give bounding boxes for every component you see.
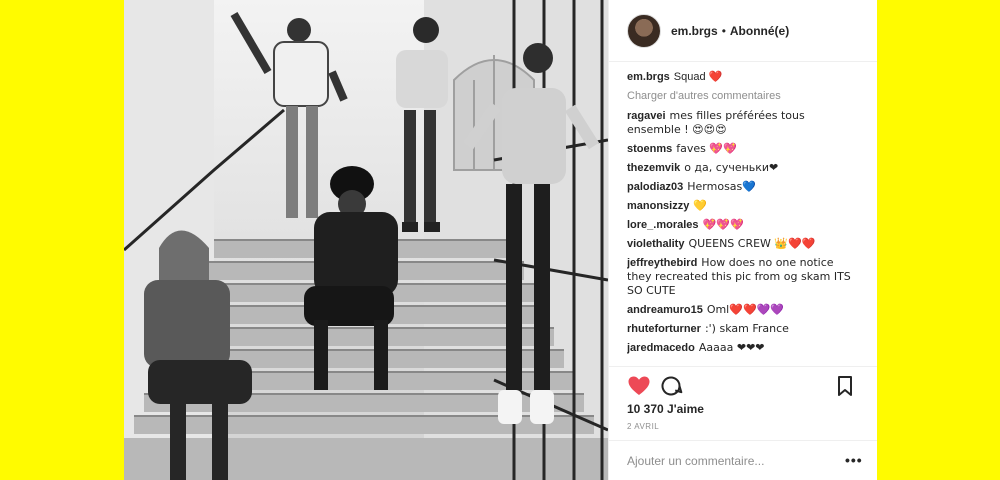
- heart-icon[interactable]: [627, 374, 651, 398]
- comment-author[interactable]: jaredmacedo: [627, 342, 695, 354]
- comment-text: 💛: [693, 199, 708, 212]
- bookmark-icon[interactable]: [833, 374, 857, 398]
- comment-author[interactable]: violethality: [627, 238, 684, 250]
- caption-text: Squad: [673, 71, 706, 83]
- more-icon[interactable]: •••: [845, 452, 863, 468]
- comment-item: andreamuro15 Oml❤️❤️💜💜: [627, 303, 857, 317]
- comment-author[interactable]: ragavei: [627, 110, 666, 122]
- load-more-comments-link[interactable]: Charger d'autres commentaires: [627, 89, 857, 103]
- comment-text: :') skam France: [704, 322, 789, 335]
- post-photo[interactable]: [124, 0, 608, 480]
- photo-illustration: [124, 0, 608, 480]
- header-separator-dot: •: [721, 24, 726, 38]
- comment-author[interactable]: lore_.morales: [627, 219, 699, 231]
- comment-author[interactable]: stoenms: [627, 143, 672, 155]
- comment-item: rhuteforturner:') skam France: [627, 322, 857, 336]
- comment-item: palodiaz03 Hermosas💙: [627, 180, 857, 194]
- comment-text: Aaaaa ❤❤❤: [698, 341, 765, 354]
- follow-status-button[interactable]: Abonné(e): [730, 24, 789, 38]
- caption: em.brgs Squad ❤️: [627, 70, 857, 84]
- comment-text: Hermosas💙: [687, 180, 756, 193]
- comment-text: QUEENS CREW 👑❤️❤️: [688, 237, 816, 250]
- post-header: em.brgs • Abonné(e): [627, 12, 859, 50]
- comment-item: ragavei mes filles préférées tous ensembl…: [627, 109, 857, 137]
- comment-text: Oml❤️❤️💜💜: [706, 303, 785, 316]
- comment-item: manonsizzy 💛: [627, 199, 857, 213]
- caption-emoji: ❤️: [708, 70, 723, 83]
- comment-text: 💖💖💖: [702, 218, 744, 231]
- likes-count[interactable]: 10 370 J'aime: [627, 402, 704, 416]
- comment-item: stoenms faves 💖💖: [627, 142, 857, 156]
- comment-icon[interactable]: [659, 374, 683, 398]
- add-comment-input[interactable]: Ajouter un commentaire...: [627, 454, 764, 468]
- comment-text: о да, сученьки❤: [684, 161, 779, 174]
- comment-author[interactable]: andreamuro15: [627, 304, 703, 316]
- header-divider: [609, 61, 877, 62]
- comment-author[interactable]: thezemvik: [627, 162, 680, 174]
- comment-item: jaredmacedo Aaaaa ❤❤❤: [627, 341, 857, 355]
- bottom-divider: [609, 440, 877, 441]
- comment-item: lore_.morales 💖💖💖: [627, 218, 857, 232]
- comment-item: violethality QUEENS CREW 👑❤️❤️: [627, 237, 857, 251]
- comment-author[interactable]: jeffreythebird: [627, 257, 697, 269]
- comment-item: jeffreythebird How does no one notice the…: [627, 256, 857, 298]
- comments-list[interactable]: em.brgs Squad ❤️ Charger d'autres comment…: [627, 70, 857, 362]
- comment-author[interactable]: manonsizzy: [627, 200, 689, 212]
- comment-text: faves 💖💖: [676, 142, 737, 155]
- actions-divider: [609, 366, 877, 367]
- post-username[interactable]: em.brgs: [671, 24, 718, 38]
- post-date: 2 AVRIL: [627, 422, 660, 431]
- post-side-panel: em.brgs • Abonné(e) em.brgs Squad ❤️ Char…: [608, 0, 877, 480]
- comment-item: thezemvik о да, сученьки❤: [627, 161, 857, 175]
- comment-author[interactable]: palodiaz03: [627, 181, 683, 193]
- avatar[interactable]: [627, 14, 661, 48]
- comment-author[interactable]: rhuteforturner: [627, 323, 701, 335]
- post-actions: [627, 374, 857, 398]
- caption-author[interactable]: em.brgs: [627, 71, 670, 83]
